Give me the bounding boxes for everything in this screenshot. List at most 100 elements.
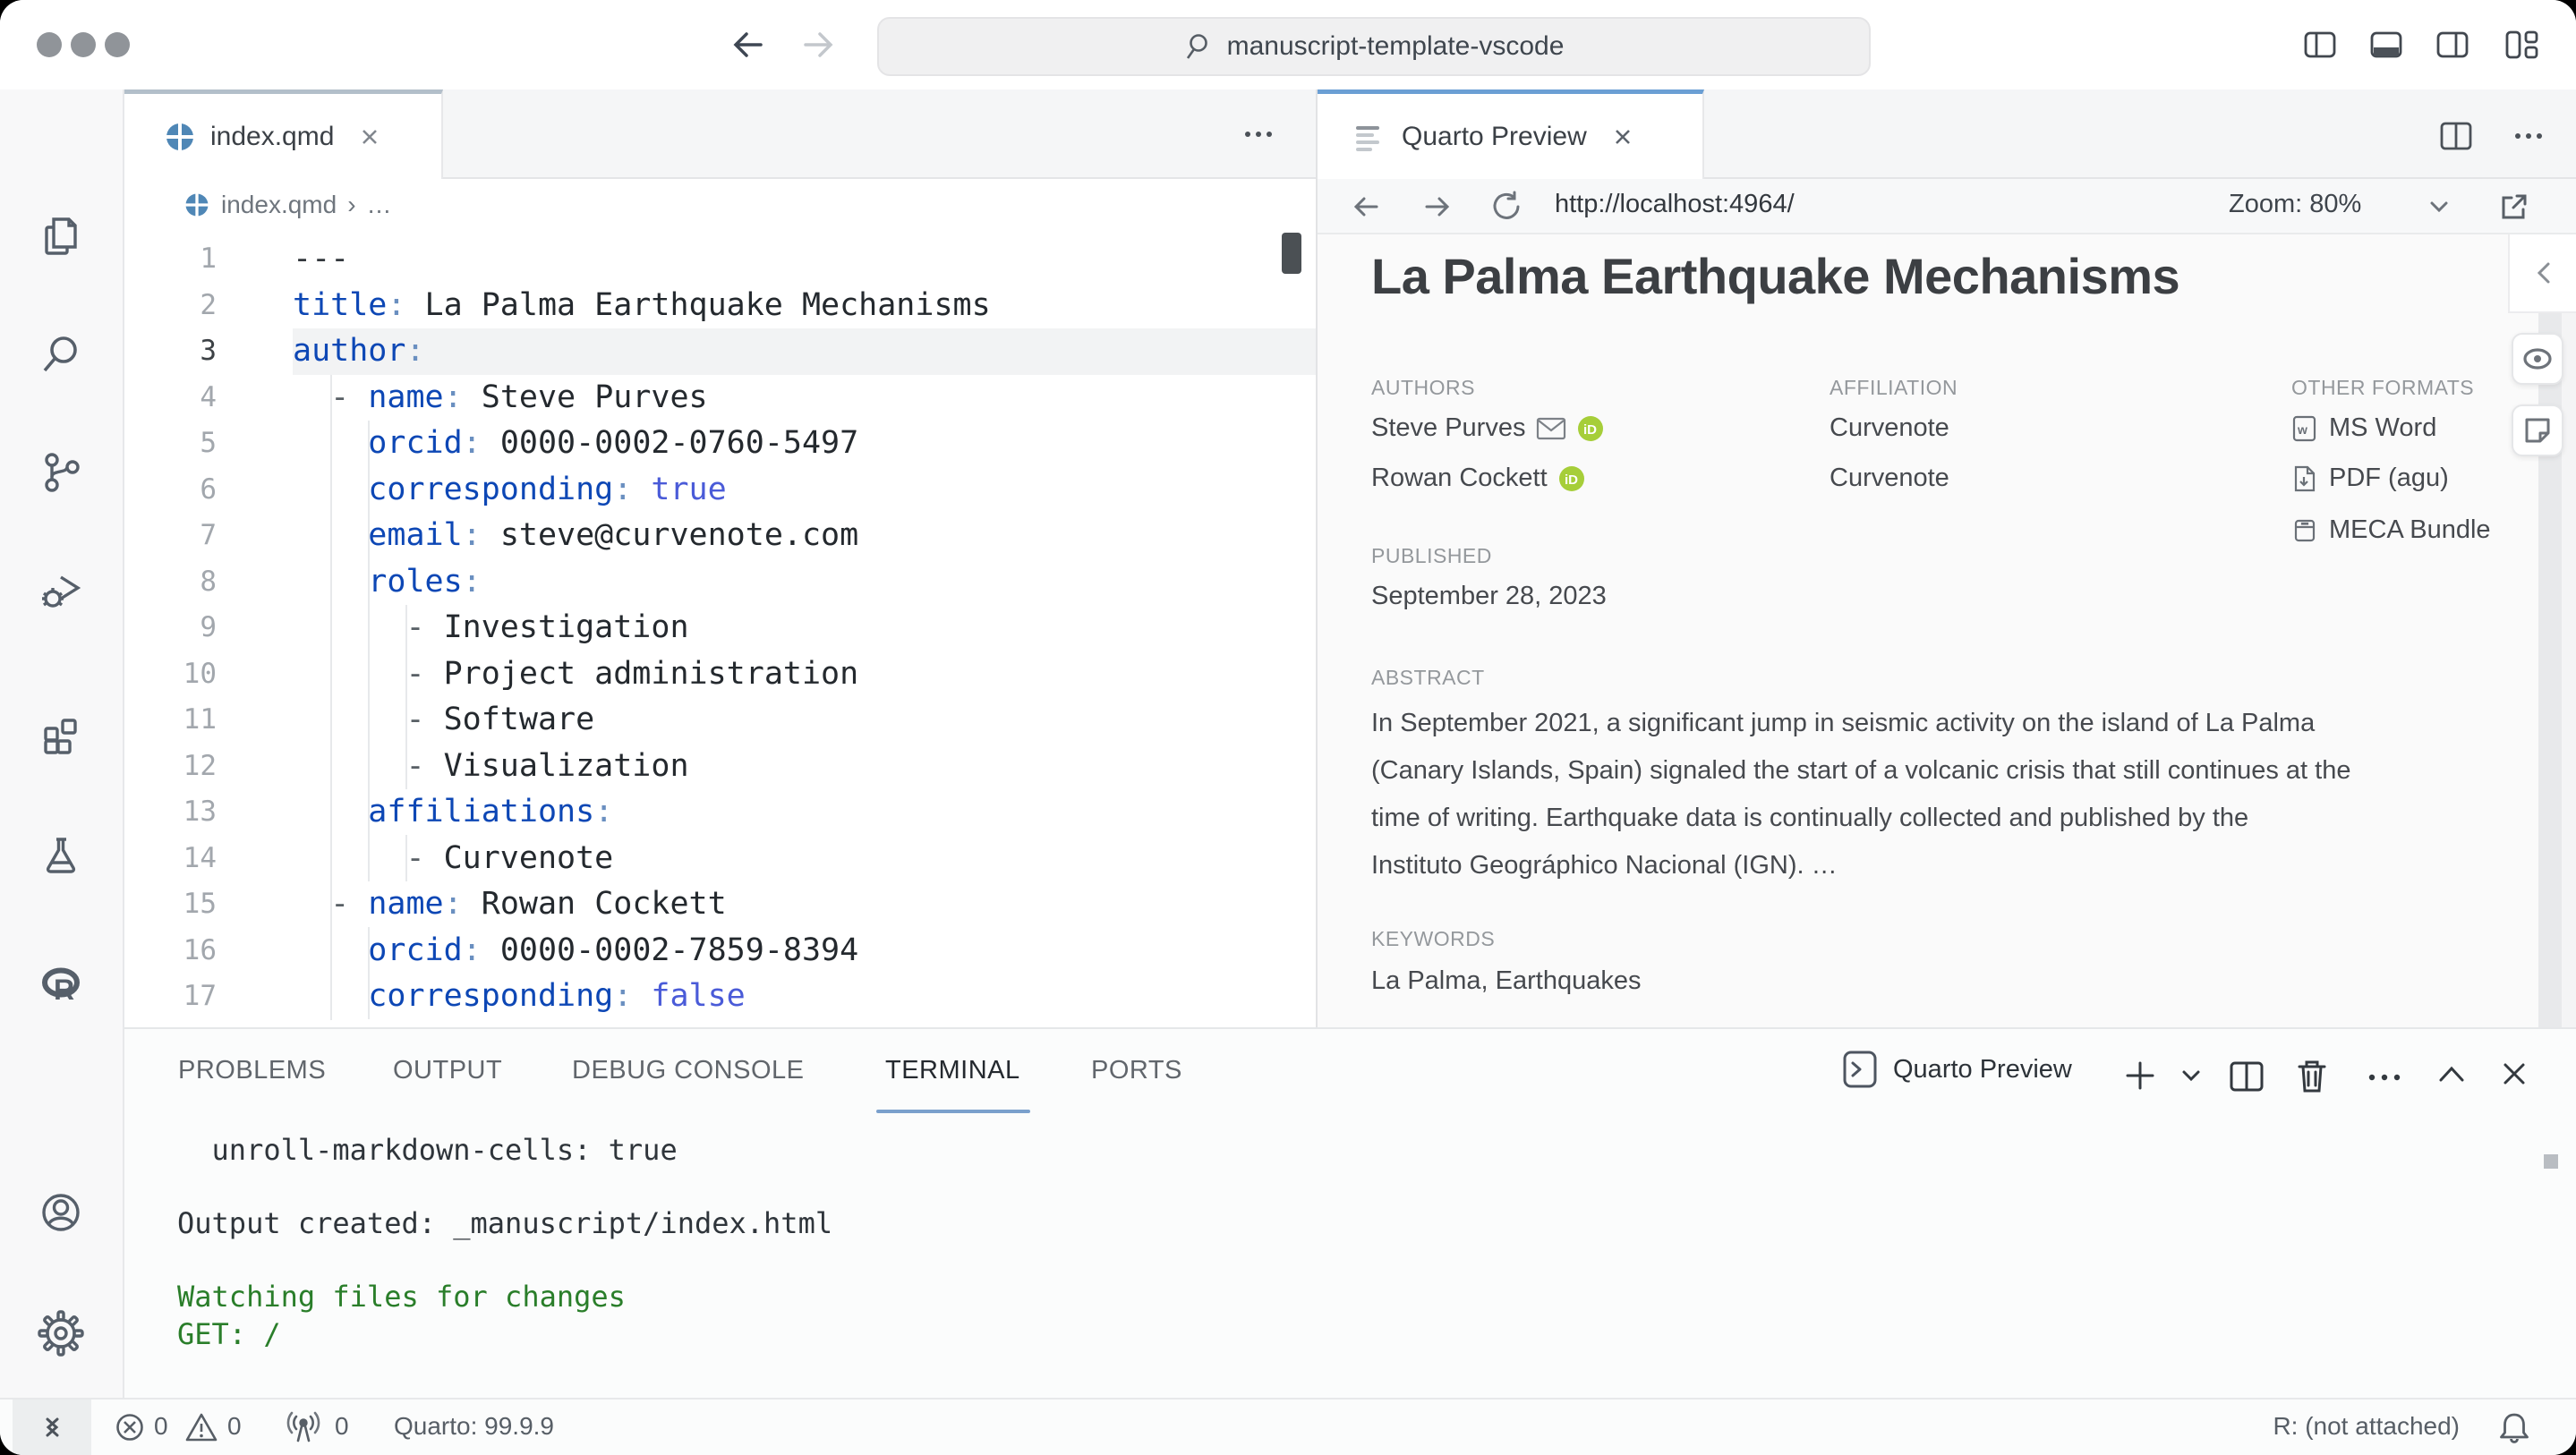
history-back-button[interactable] [727,25,770,64]
toggle-primary-sidebar-icon[interactable] [2302,27,2338,63]
toggle-secondary-sidebar-icon[interactable] [2435,27,2470,63]
code-line-10[interactable]: 10 - Project administration [124,651,1316,698]
account-icon[interactable] [37,1188,85,1237]
code-editor[interactable]: 1---2title: La Palma Earthquake Mechanis… [124,236,1316,1020]
code-line-15[interactable]: 15 - name: Rowan Cockett [124,881,1316,928]
terminal-instance-chip[interactable]: Quarto Preview [1841,1049,2072,1090]
code-line-6[interactable]: 6 corresponding: true [124,467,1316,514]
notifications-bell-icon[interactable] [2497,1410,2531,1446]
code-line-13[interactable]: 13 affiliations: [124,789,1316,836]
webview-preview-icon [1353,121,1386,153]
code-line-11[interactable]: 11 - Software [124,697,1316,744]
format-link-pdf[interactable]: PDF (agu) [2291,464,2449,493]
split-terminal-icon[interactable] [2228,1059,2265,1093]
editor-more-actions-icon[interactable] [1234,122,1283,147]
warnings-icon[interactable] [184,1411,218,1443]
format-link-msword[interactable]: w MS Word [2291,413,2436,443]
close-tab-icon[interactable] [357,124,382,149]
warnings-count[interactable]: 0 [227,1412,242,1441]
close-panel-icon[interactable] [2498,1058,2530,1090]
history-forward-button[interactable] [797,25,840,64]
collapse-sidebar-widget[interactable] [2508,234,2576,313]
extensions-icon[interactable] [37,713,85,762]
zoom-level-label[interactable]: Zoom: 80% [2229,190,2361,219]
testing-beaker-icon[interactable] [37,832,85,881]
line-number: 2 [124,283,217,329]
line-number: 4 [124,375,217,421]
orcid-icon[interactable]: iD [1558,465,1585,492]
remote-indicator[interactable] [13,1400,91,1455]
traffic-light-close-button[interactable] [37,32,62,57]
code-line-4[interactable]: 4 - name: Steve Purves [124,375,1316,421]
r-language-icon[interactable]: R [37,960,85,1008]
breadcrumb-symbol[interactable]: … [367,191,392,219]
annotation-widget-button[interactable] [2512,404,2563,456]
code-line-7[interactable]: 7 email: steve@curvenote.com [124,513,1316,559]
svg-text:R: R [54,974,74,1006]
preview-forward-icon[interactable] [1421,191,1454,222]
code-line-14[interactable]: 14 - Curvenote [124,836,1316,882]
panel-tab-ports[interactable]: PORTS [1091,1056,1182,1085]
preview-back-icon[interactable] [1350,191,1382,222]
maximize-panel-chevron-icon[interactable] [2435,1063,2468,1085]
errors-count[interactable]: 0 [154,1412,168,1441]
line-number: 10 [124,651,217,698]
panel-tab-debug-console[interactable]: DEBUG CONSOLE [572,1056,805,1085]
settings-gear-icon[interactable] [37,1309,85,1357]
line-number: 17 [124,974,217,1020]
broadcast-count[interactable]: 0 [335,1412,349,1441]
panel-tab-problems[interactable]: PROBLEMS [178,1056,326,1085]
code-line-3[interactable]: 3author: [124,328,1316,375]
code-line-8[interactable]: 8 roles: [124,559,1316,606]
open-external-icon[interactable] [2497,190,2531,224]
explorer-files-icon[interactable] [37,213,85,261]
line-number: 6 [124,467,217,514]
split-editor-icon[interactable] [2438,120,2474,152]
format-link-meca[interactable]: MECA Bundle [2291,515,2491,545]
errors-icon[interactable] [115,1412,145,1442]
terminal-line: GET: / [177,1317,281,1351]
email-icon[interactable] [1536,417,1566,440]
tab-index-qmd[interactable]: index.qmd [124,89,443,179]
panel-more-actions-icon[interactable] [2360,1068,2409,1086]
preview-reload-icon[interactable] [1489,190,1523,224]
customize-layout-icon[interactable] [2503,27,2542,63]
panel-tab-output[interactable]: OUTPUT [393,1056,502,1085]
toggle-panel-icon[interactable] [2368,27,2404,63]
breadcrumb-file[interactable]: index.qmd [221,191,337,219]
code-line-1[interactable]: 1--- [124,236,1316,283]
code-line-17[interactable]: 17 corresponding: false [124,974,1316,1020]
code-line-9[interactable]: 9 - Investigation [124,605,1316,651]
terminal-scrollbar-thumb[interactable] [2544,1154,2558,1169]
new-terminal-icon[interactable] [2122,1058,2158,1093]
search-sidebar-icon[interactable] [37,330,85,379]
panel-tab-terminal[interactable]: TERMINAL [885,1056,1020,1085]
chevron-down-icon[interactable] [2426,199,2452,217]
tab-quarto-preview[interactable]: Quarto Preview [1318,89,1704,179]
code-line-16[interactable]: 16 orcid: 0000-0002-7859-8394 [124,928,1316,974]
r-session-status[interactable]: R: (not attached) [2273,1412,2460,1441]
quarto-version[interactable]: Quarto: 99.9.9 [394,1412,554,1441]
preview-more-actions-icon[interactable] [2504,125,2553,147]
visibility-widget-button[interactable] [2512,333,2563,385]
affiliation-value: Curvenote [1830,413,1949,443]
line-number: 9 [124,605,217,651]
terminal-dropdown-chevron-icon[interactable] [2178,1068,2205,1085]
traffic-light-zoom-button[interactable] [105,32,130,57]
code-line-12[interactable]: 12 - Visualization [124,744,1316,790]
traffic-light-minimize-button[interactable] [71,32,96,57]
author-row: Rowan Cockett iD [1371,464,1585,493]
orcid-icon[interactable]: iD [1577,415,1604,442]
close-tab-icon[interactable] [1610,124,1635,149]
code-line-2[interactable]: 2title: La Palma Earthquake Mechanisms [124,283,1316,329]
preview-url[interactable]: http://localhost:4964/ [1555,190,1795,219]
code-line-5[interactable]: 5 orcid: 0000-0002-0760-5497 [124,421,1316,467]
ports-broadcast-icon[interactable] [285,1410,322,1444]
terminal-icon [1841,1049,1879,1090]
source-control-icon[interactable] [37,447,85,496]
command-center-search[interactable]: manuscript-template-vscode [877,17,1871,76]
kill-terminal-trash-icon[interactable] [2294,1058,2330,1095]
run-debug-icon[interactable] [37,565,85,613]
terminal-title: Quarto Preview [1893,1055,2072,1085]
format-label: MECA Bundle [2329,515,2491,545]
